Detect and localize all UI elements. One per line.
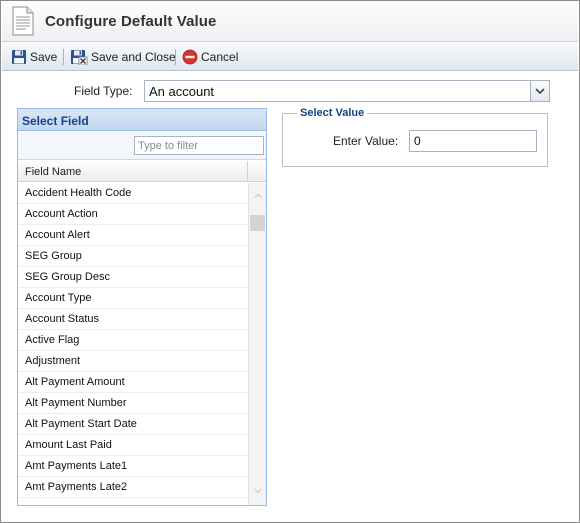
- select-field-panel-header: Select Field: [18, 109, 266, 131]
- field-list-item[interactable]: Alt Payment Amount: [18, 372, 248, 393]
- toolbar: Save Save and Close Cancel: [2, 43, 578, 71]
- field-list-item[interactable]: Account Alert: [18, 225, 248, 246]
- select-value-legend: Select Value: [297, 107, 368, 119]
- field-list-item[interactable]: SEG Group Desc: [18, 267, 248, 288]
- field-list-item[interactable]: Accident Health Code: [18, 183, 248, 204]
- field-list-item[interactable]: Alt Payment Start Date: [18, 414, 248, 435]
- dialog-title: Configure Default Value: [45, 13, 217, 30]
- field-list-item[interactable]: Account Action: [18, 204, 248, 225]
- field-list-item[interactable]: Account Type: [18, 288, 248, 309]
- title-bar: Configure Default Value: [2, 2, 578, 42]
- cancel-button[interactable]: Cancel: [182, 47, 238, 67]
- field-list-item[interactable]: Amt Payments Late2: [18, 477, 248, 498]
- cancel-button-label: Cancel: [201, 50, 239, 64]
- scrollbar-thumb[interactable]: [250, 215, 265, 231]
- toolbar-separator: [63, 49, 64, 65]
- field-list-item[interactable]: Active Flag: [18, 330, 248, 351]
- filter-bar: [18, 132, 266, 160]
- field-list-item[interactable]: Account Status: [18, 309, 248, 330]
- column-divider: [247, 161, 248, 182]
- enter-value-input[interactable]: [409, 130, 537, 152]
- document-icon: [12, 6, 34, 36]
- field-list-scrollbar[interactable]: [248, 183, 266, 505]
- field-filter-input[interactable]: [134, 136, 264, 155]
- field-list-item[interactable]: Amt Payments Late1: [18, 456, 248, 477]
- save-button[interactable]: Save: [11, 47, 57, 67]
- chevron-down-icon: [535, 88, 545, 95]
- cancel-circle-icon: [182, 49, 198, 65]
- field-list: Accident Health Code Account Action Acco…: [18, 183, 248, 505]
- field-type-select[interactable]: An account: [144, 80, 550, 102]
- toolbar-separator: [175, 49, 176, 65]
- select-value-group: Select Value Enter Value:: [282, 107, 548, 167]
- save-button-label: Save: [30, 50, 58, 64]
- field-name-column-header[interactable]: Field Name: [25, 166, 81, 178]
- configure-default-value-dialog: Configure Default Value Save Save and Cl…: [0, 0, 580, 523]
- select-field-panel-title: Select Field: [22, 114, 89, 128]
- field-list-item[interactable]: Alt Payment Number: [18, 393, 248, 414]
- save-and-close-button-label: Save and Close: [91, 50, 176, 64]
- field-list-item[interactable]: Adjustment: [18, 351, 248, 372]
- select-field-panel: Select Field Field Name Accident Health …: [17, 108, 267, 506]
- field-list-item[interactable]: SEG Group: [18, 246, 248, 267]
- field-type-dropdown-button[interactable]: [530, 81, 549, 101]
- save-and-close-button[interactable]: Save and Close: [70, 47, 176, 67]
- floppy-disk-close-icon: [71, 50, 88, 65]
- scroll-up-icon[interactable]: [253, 191, 263, 201]
- field-list-item[interactable]: Amount Last Paid: [18, 435, 248, 456]
- field-type-label: Field Type:: [74, 84, 133, 98]
- enter-value-label: Enter Value:: [333, 134, 399, 148]
- scroll-down-icon[interactable]: [253, 486, 263, 496]
- field-grid-header: Field Name: [18, 161, 266, 182]
- field-type-value: An account: [149, 84, 215, 99]
- floppy-disk-icon: [12, 50, 26, 64]
